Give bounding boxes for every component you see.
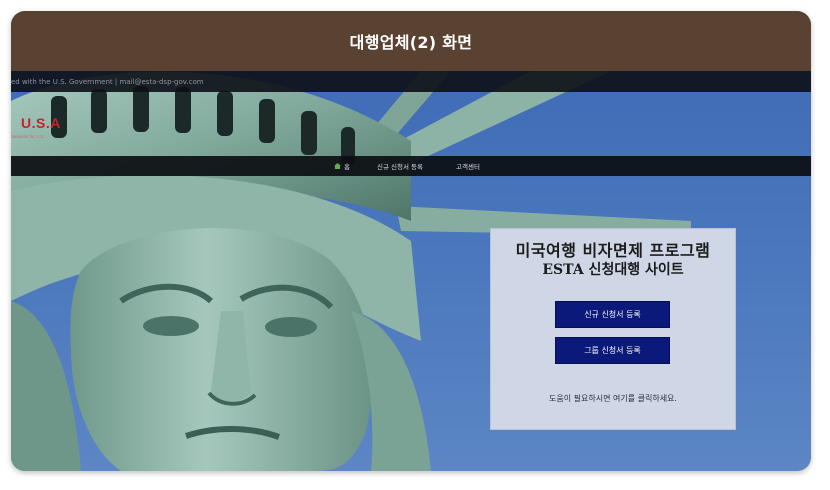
group-application-button[interactable]: 그룹 신청서 등록 (555, 337, 670, 364)
website-screenshot: ed with the U.S. Government | mail@esta-… (11, 71, 811, 471)
topbar-text: ed with the U.S. Government | mail@esta-… (11, 77, 204, 86)
card-title: 대행업체(2) 화면 (349, 33, 473, 52)
nav-home-label: 홈 (344, 163, 350, 171)
nav-home[interactable]: 홈 (334, 156, 350, 176)
nav-customer-center[interactable]: 고객센터 (456, 156, 480, 176)
site-logo[interactable]: U.S.A (21, 115, 61, 131)
panel-subtitle: ESTA 신청대행 사이트 (542, 262, 684, 278)
site-topbar: ed with the U.S. Government | mail@esta-… (11, 71, 811, 92)
site-logo-subtitle: Services for U.S. (11, 134, 45, 139)
nav-customer-center-label: 고객센터 (456, 163, 480, 171)
esta-panel: 미국여행 비자면제 프로그램 ESTA 신청대행 사이트 신규 신청서 등록 그… (490, 228, 736, 430)
screen-card: 대행업체(2) 화면 ed with the U.S. Government |… (11, 11, 811, 471)
new-application-button[interactable]: 신규 신청서 등록 (555, 301, 670, 328)
nav-new-application[interactable]: 신규 신청서 등록 (377, 156, 423, 176)
card-header: 대행업체(2) 화면 (11, 11, 811, 71)
nav-new-application-label: 신규 신청서 등록 (377, 163, 423, 171)
home-icon (334, 163, 341, 169)
help-link[interactable]: 도움이 필요하시면 여기를 클릭하세요. (491, 393, 735, 404)
site-navbar: 홈 신규 신청서 등록 고객센터 (11, 156, 811, 176)
panel-title: 미국여행 비자면제 프로그램 (515, 241, 711, 260)
